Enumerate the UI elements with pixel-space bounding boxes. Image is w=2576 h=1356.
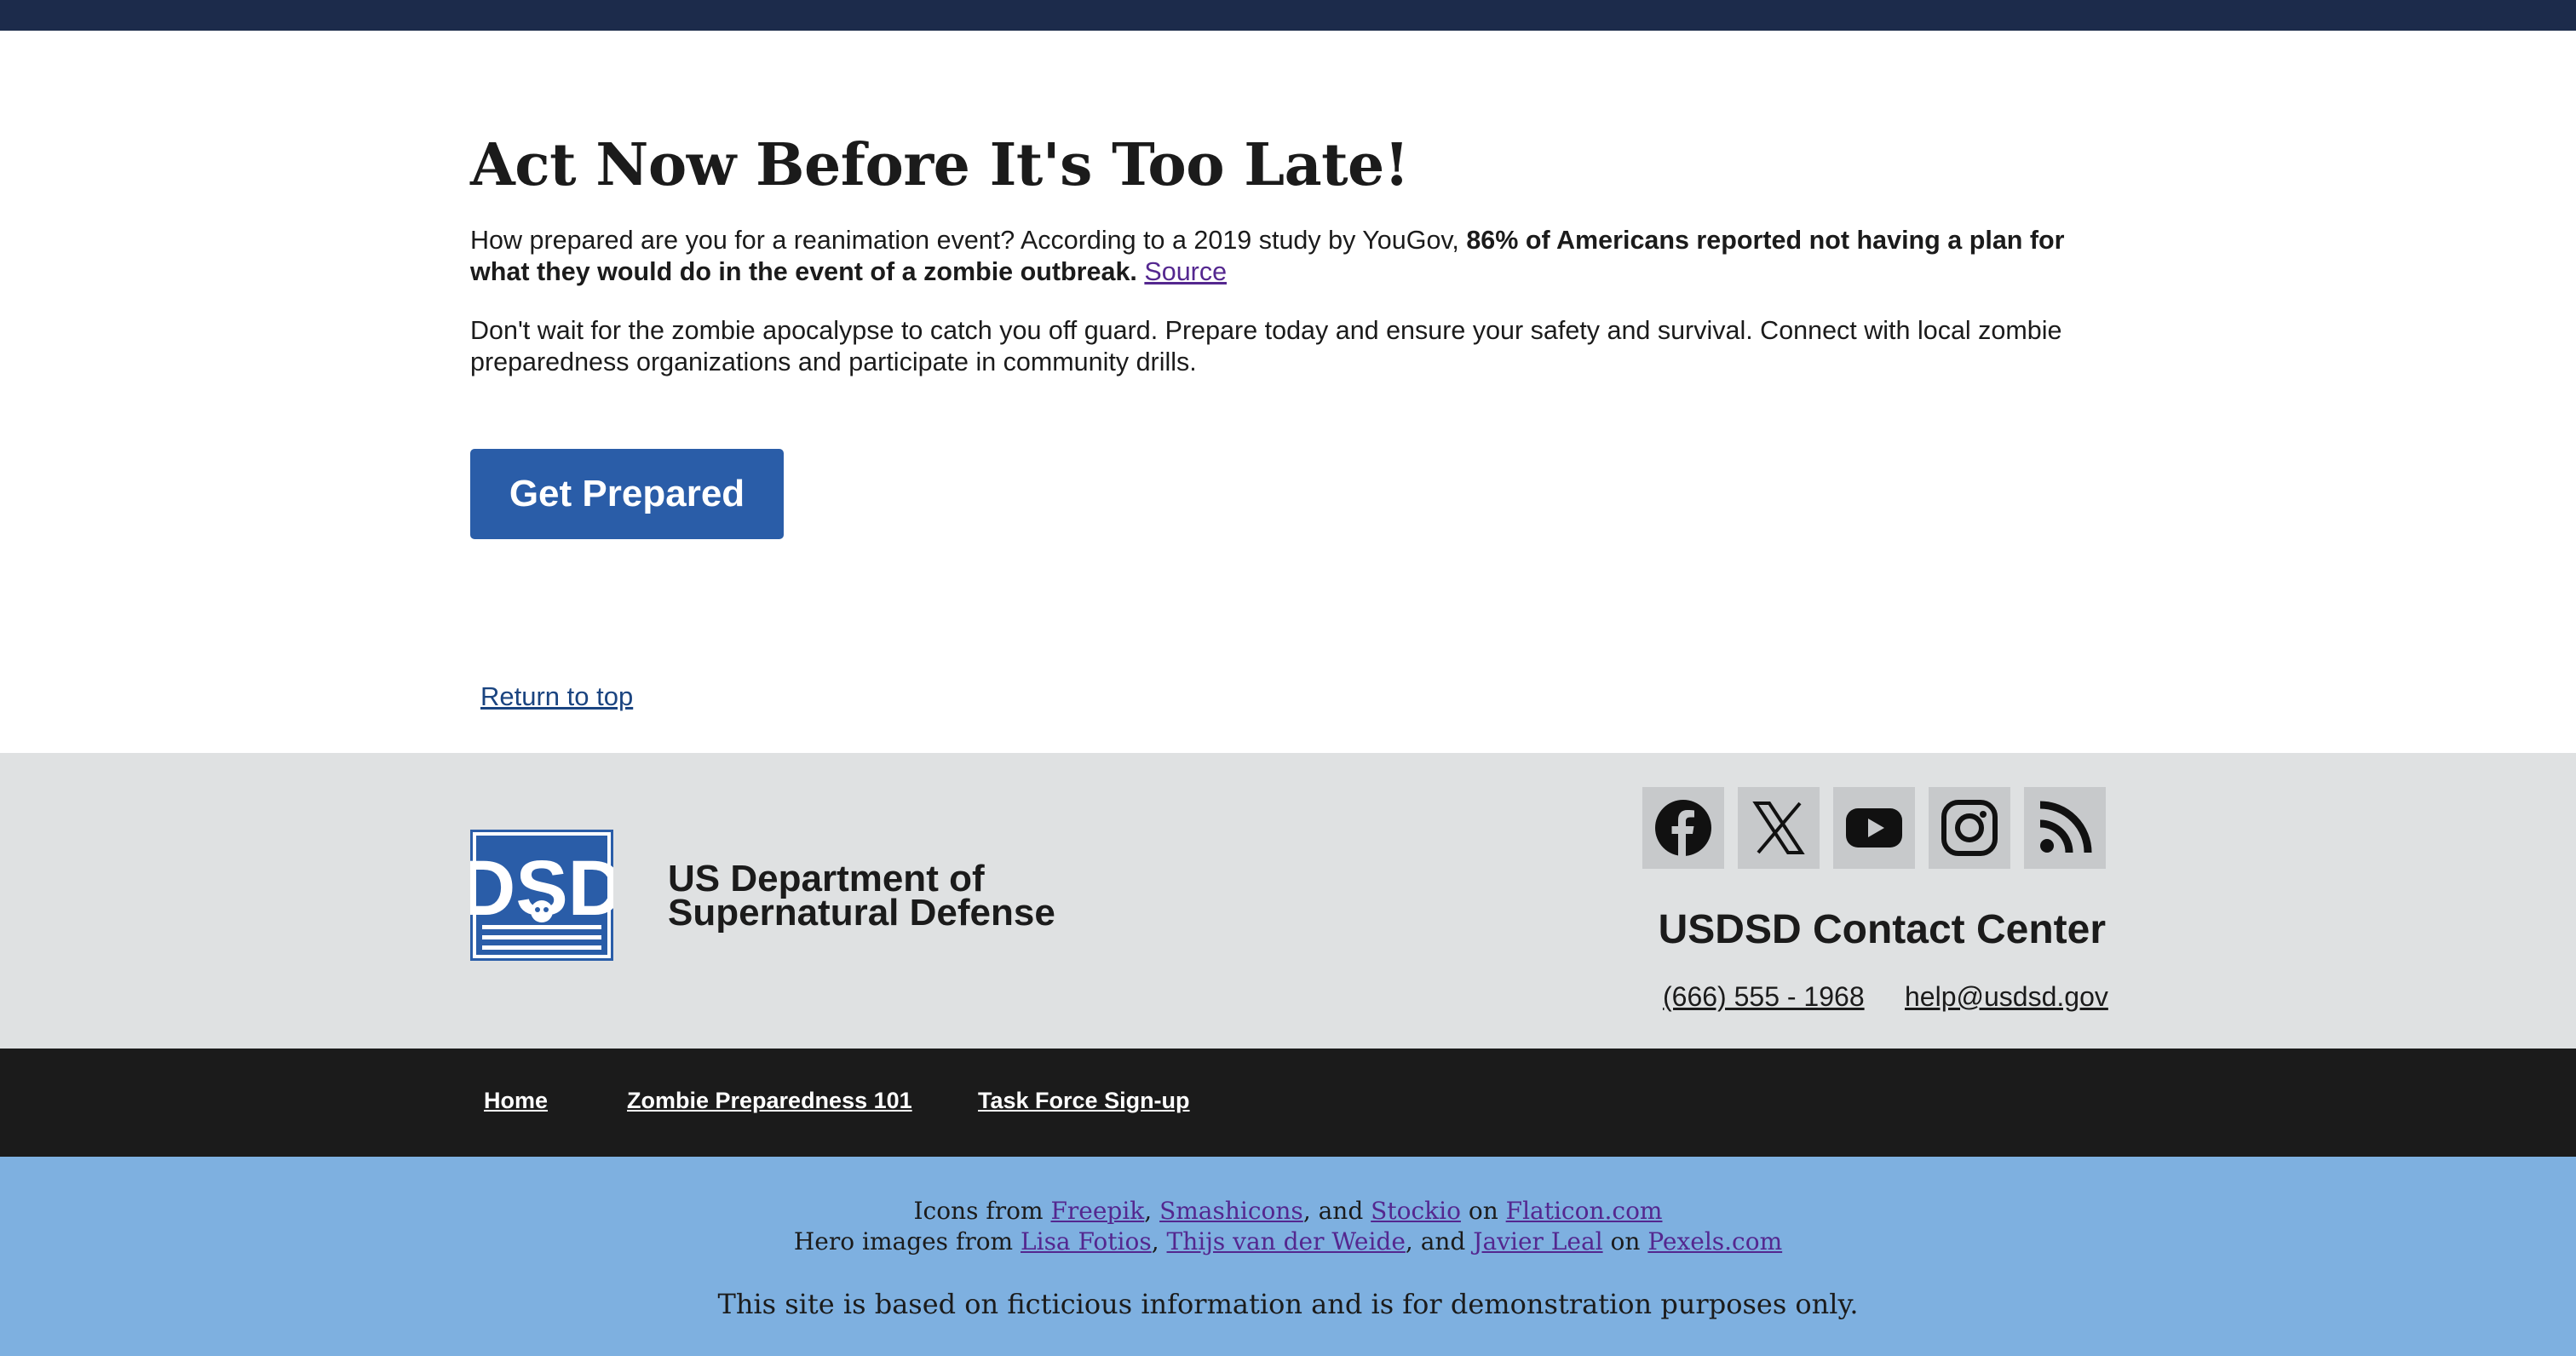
call-to-action-paragraph: Don't wait for the zombie apocalypse to …: [470, 316, 2062, 376]
hero-image-credits: Hero images from Lisa Fotios, Thijs van …: [0, 1227, 2576, 1257]
separator: on: [1602, 1227, 1648, 1255]
intro-text: How prepared are you for a reanimation e…: [470, 226, 1467, 255]
nav-task-force-signup[interactable]: Task Force Sign-up: [978, 1088, 1190, 1114]
agency-name-line2: Supernatural Defense: [668, 892, 1055, 934]
footer-primary: DSD US Department of Supernatural Defens…: [0, 753, 2576, 1049]
separator: on: [1460, 1197, 1506, 1225]
icon-credits-prefix: Icons from: [913, 1197, 1051, 1225]
youtube-icon[interactable]: [1833, 787, 1915, 869]
top-bar: [0, 0, 2576, 31]
return-to-top-link[interactable]: Return to top: [480, 681, 633, 712]
smashicons-link[interactable]: Smashicons: [1159, 1197, 1303, 1225]
x-icon[interactable]: [1738, 787, 1820, 869]
nav-zombie-preparedness-101[interactable]: Zombie Preparedness 101: [627, 1088, 912, 1114]
flaticon-link[interactable]: Flaticon.com: [1506, 1197, 1663, 1225]
thijs-van-der-weide-link[interactable]: Thijs van der Weide: [1167, 1227, 1406, 1255]
footer-credits: Icons from Freepik, Smashicons, and Stoc…: [0, 1157, 2576, 1356]
pexels-link[interactable]: Pexels.com: [1647, 1227, 1782, 1255]
page-title: Act Now Before It's Too Late!: [470, 131, 1410, 199]
instagram-icon[interactable]: [1929, 787, 2010, 869]
nav-home[interactable]: Home: [484, 1088, 548, 1114]
freepik-link[interactable]: Freepik: [1050, 1197, 1144, 1225]
agency-name: US Department of Supernatural Defense: [668, 858, 1145, 934]
separator: , and: [1405, 1227, 1474, 1255]
disclaimer: This site is based on ficticious informa…: [717, 1288, 1859, 1320]
footer-nav: Home Zombie Preparedness 101 Task Force …: [0, 1049, 2576, 1157]
agency-name-line1: US Department of: [668, 858, 985, 899]
facebook-icon[interactable]: [1642, 787, 1724, 869]
email-link[interactable]: help@usdsd.gov: [1905, 981, 2108, 1013]
lisa-fotios-link[interactable]: Lisa Fotios: [1021, 1227, 1152, 1255]
phone-link[interactable]: (666) 555 - 1968: [1663, 981, 1865, 1013]
get-prepared-button[interactable]: Get Prepared: [470, 449, 784, 539]
javier-leal-link[interactable]: Javier Leal: [1473, 1227, 1602, 1255]
source-link[interactable]: Source: [1144, 257, 1227, 286]
dsd-logo: DSD: [459, 830, 624, 961]
intro-paragraph: How prepared are you for a reanimation e…: [470, 225, 2106, 288]
contact-center-heading: USDSD Contact Center: [1658, 907, 2106, 952]
separator: ,: [1151, 1227, 1167, 1255]
rss-icon[interactable]: [2024, 787, 2106, 869]
hero-credits-prefix: Hero images from: [793, 1227, 1021, 1255]
icon-credits: Icons from Freepik, Smashicons, and Stoc…: [0, 1196, 2576, 1227]
separator: ,: [1144, 1197, 1160, 1225]
separator: , and: [1302, 1197, 1371, 1225]
stockio-link[interactable]: Stockio: [1371, 1197, 1461, 1225]
